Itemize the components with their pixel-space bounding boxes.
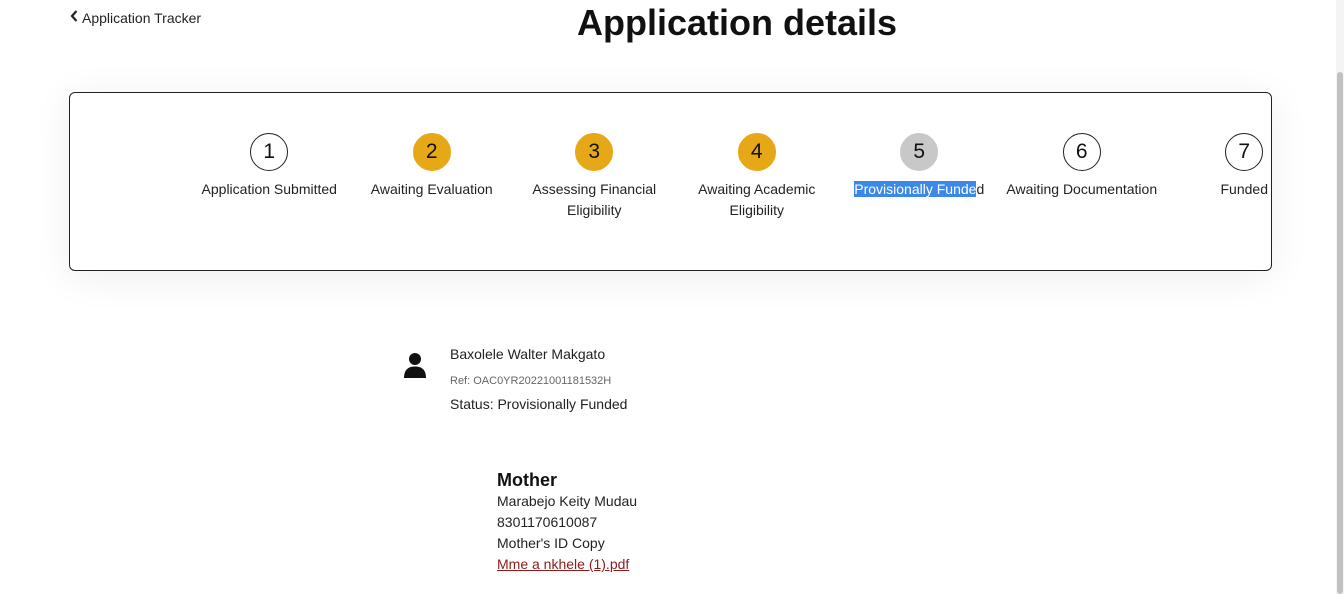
guardian-document-label: Mother's ID Copy <box>497 535 605 551</box>
user-icon <box>403 352 427 378</box>
step-awaiting-academic-eligibility: 4 Awaiting Academic Eligibility <box>676 133 839 221</box>
step-awaiting-evaluation: 2 Awaiting Evaluation <box>351 133 514 221</box>
step-label: Funded <box>1220 181 1268 197</box>
step-number: 3 <box>575 133 614 171</box>
status-tracker: 1 Application Submitted 2 Awaiting Evalu… <box>69 92 1272 271</box>
step-application-submitted: 1 Application Submitted <box>188 133 351 221</box>
vertical-scrollbar[interactable] <box>1336 0 1344 594</box>
step-provisionally-funded: 5 Provisionally Funded <box>838 133 1001 221</box>
step-label: Awaiting Evaluation <box>370 181 493 197</box>
step-label: Provisionally Funded <box>854 179 984 200</box>
step-label: Awaiting Documentation <box>1006 181 1158 197</box>
applicant-ref: Ref: OAC0YR20221001181532H <box>450 375 612 387</box>
guardian-id-number: 8301170610087 <box>497 514 598 530</box>
step-label: Assessing Financial Eligibility <box>532 181 657 218</box>
step-assessing-financial-eligibility: 3 Assessing Financial Eligibility <box>513 133 676 221</box>
step-number: 6 <box>1062 133 1101 171</box>
selected-text: Provisionally Funde <box>854 181 977 197</box>
applicant-info: Baxolele Walter Makgato Ref: OAC0YR20221… <box>450 346 850 412</box>
guardian-document-link[interactable]: Mme a nkhele (1).pdf <box>497 556 629 572</box>
step-number: 2 <box>412 133 451 171</box>
guardian-section: Mother Marabejo Keity Mudau 830117061008… <box>497 469 897 575</box>
guardian-heading: Mother <box>497 470 557 490</box>
step-number: 7 <box>1225 133 1264 171</box>
unselected-text: d <box>976 181 985 197</box>
page: Application Tracker Application details … <box>0 0 1344 594</box>
page-title: Application details <box>576 2 898 43</box>
step-awaiting-documentation: 6 Awaiting Documentation <box>1001 133 1164 221</box>
step-funded: 7 Funded <box>1163 133 1326 221</box>
applicant-name: Baxolele Walter Makgato <box>450 346 606 362</box>
scrollbar-thumb[interactable] <box>1337 72 1343 594</box>
step-number: 5 <box>900 133 939 171</box>
guardian-name: Marabejo Keity Mudau <box>497 493 638 509</box>
step-label: Application Submitted <box>201 181 337 197</box>
applicant-status: Status: Provisionally Funded <box>450 396 628 412</box>
tracker-steps: 1 Application Submitted 2 Awaiting Evalu… <box>188 133 1326 221</box>
step-label: Awaiting Academic Eligibility <box>698 181 816 218</box>
step-number: 1 <box>250 133 289 171</box>
step-number: 4 <box>737 133 776 171</box>
